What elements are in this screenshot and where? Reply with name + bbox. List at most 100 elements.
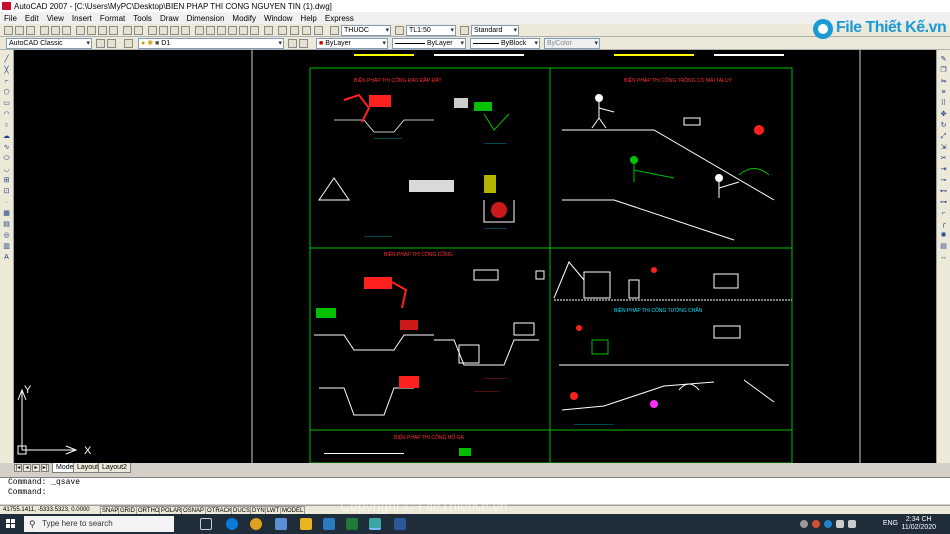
plotstyle-select[interactable]: ByColor [544, 38, 600, 49]
erase-icon[interactable]: ✎ [939, 56, 948, 64]
menu-file[interactable]: File [0, 14, 21, 23]
zoom-realtime-icon[interactable] [159, 26, 168, 35]
make-object-layer-current-icon[interactable] [288, 39, 297, 48]
construction-line-icon[interactable]: ╳ [2, 67, 11, 75]
table-style-select[interactable]: Standard [471, 25, 519, 36]
quickcalc-icon[interactable] [250, 26, 259, 35]
paste-icon[interactable] [98, 26, 107, 35]
ellipse-arc-icon[interactable]: ◡ [2, 166, 11, 174]
command-prompt[interactable]: Command: [0, 488, 950, 498]
arc-icon[interactable]: ◠ [2, 111, 11, 119]
mirror-icon[interactable]: ⇋ [939, 78, 948, 86]
linetype-select[interactable]: ByLayer [392, 38, 466, 49]
last-tab-icon[interactable]: ▸| [41, 464, 49, 472]
publish-icon[interactable] [62, 26, 71, 35]
zoom-window-icon[interactable] [170, 26, 179, 35]
join-icon[interactable]: ⊶ [939, 199, 948, 207]
menu-format[interactable]: Format [96, 14, 129, 23]
volume-icon[interactable] [848, 520, 856, 528]
toolbar-extra3-icon[interactable] [302, 26, 311, 35]
network-icon[interactable] [836, 520, 844, 528]
rotate-icon[interactable]: ↻ [939, 122, 948, 130]
menu-edit[interactable]: Edit [21, 14, 43, 23]
trim-icon[interactable]: ✂ [939, 155, 948, 163]
markup-icon[interactable] [239, 26, 248, 35]
language-indicator[interactable]: ENG [883, 520, 898, 527]
menu-draw[interactable]: Draw [156, 14, 183, 23]
hatch-icon[interactable]: ▦ [2, 210, 11, 218]
make-block-icon[interactable]: ⊡ [2, 188, 11, 196]
line-icon[interactable]: ╱ [2, 56, 11, 64]
copy-icon[interactable] [87, 26, 96, 35]
toolbar-extra-icon[interactable] [278, 26, 287, 35]
task-view-icon[interactable] [200, 518, 212, 530]
undo-icon[interactable] [123, 26, 132, 35]
copy-object-icon[interactable]: ❐ [939, 67, 948, 75]
properties-icon[interactable] [195, 26, 204, 35]
first-tab-icon[interactable]: |◂ [14, 464, 22, 472]
layer-select[interactable]: ● ✱ ■ D1 [138, 38, 284, 49]
menu-insert[interactable]: Insert [68, 14, 96, 23]
store-icon[interactable] [275, 518, 287, 530]
plot-icon[interactable] [40, 26, 49, 35]
spline-icon[interactable]: ∿ [2, 144, 11, 152]
revision-cloud-icon[interactable]: ☁ [2, 133, 11, 141]
pan-icon[interactable] [148, 26, 157, 35]
stretch-icon[interactable]: ⇲ [939, 144, 948, 152]
match-properties-icon[interactable] [109, 26, 118, 35]
excel-icon[interactable] [346, 518, 358, 530]
properties-palette-icon[interactable]: ▤ [939, 243, 948, 251]
prev-tab-icon[interactable]: ◂ [23, 464, 31, 472]
workspace-settings-icon[interactable] [96, 39, 105, 48]
tab-layout2[interactable]: Layout2 [98, 463, 131, 473]
extend-icon[interactable]: ⇥ [939, 166, 948, 174]
menu-window[interactable]: Window [260, 14, 296, 23]
windows-start-icon[interactable] [6, 519, 16, 529]
menu-help[interactable]: Help [296, 14, 320, 23]
workspace-select[interactable]: AutoCAD Classic [6, 38, 92, 49]
mail-icon[interactable] [323, 518, 335, 530]
offset-icon[interactable]: ≡ [939, 89, 948, 97]
scale-icon[interactable]: ⤢ [939, 133, 948, 141]
taskbar-clock[interactable]: 2:34 CH 11/02/2020 [901, 516, 936, 532]
menu-dimension[interactable]: Dimension [183, 14, 229, 23]
circle-icon[interactable]: ○ [2, 122, 11, 130]
autocad-taskbar-icon[interactable] [369, 518, 381, 530]
workspace-save-icon[interactable] [107, 39, 116, 48]
polygon-icon[interactable]: ⬡ [2, 89, 11, 97]
chamfer-icon[interactable]: ⌐ [939, 210, 948, 218]
zoom-previous-icon[interactable] [181, 26, 190, 35]
gradient-icon[interactable]: ▤ [2, 221, 11, 229]
tray-icon[interactable] [800, 520, 808, 528]
next-tab-icon[interactable]: ▸ [32, 464, 40, 472]
save-icon[interactable] [26, 26, 35, 35]
chrome-icon[interactable] [250, 518, 262, 530]
fillet-icon[interactable]: ╭ [939, 221, 948, 229]
open-file-icon[interactable] [15, 26, 24, 35]
plot-preview-icon[interactable] [51, 26, 60, 35]
menu-tools[interactable]: Tools [129, 14, 156, 23]
ellipse-icon[interactable]: ⬭ [2, 155, 11, 163]
dim-style-select[interactable]: TL1:50 [406, 25, 456, 36]
array-icon[interactable]: ⠿ [939, 100, 948, 108]
rectangle-icon[interactable]: ▭ [2, 100, 11, 108]
file-explorer-icon[interactable] [300, 518, 312, 530]
table-icon[interactable]: ▥ [2, 243, 11, 251]
tray-icon[interactable] [812, 520, 820, 528]
cut-icon[interactable] [76, 26, 85, 35]
sheet-set-icon[interactable] [228, 26, 237, 35]
dimension-icon[interactable]: ↔ [939, 254, 948, 262]
polyline-icon[interactable]: ⌐ [2, 78, 11, 86]
menu-modify[interactable]: Modify [228, 14, 260, 23]
text-style-select[interactable]: THUOC [341, 25, 391, 36]
help-icon[interactable] [264, 26, 273, 35]
drawing-area[interactable]: BIỆN PHÁP THI CÔNG ĐÀO ĐẮP ĐẤT ─────────… [14, 50, 936, 463]
word-icon[interactable] [394, 518, 406, 530]
layer-previous-icon[interactable] [299, 39, 308, 48]
design-center-icon[interactable] [206, 26, 215, 35]
tray-icon[interactable] [824, 520, 832, 528]
tool-palettes-icon[interactable] [217, 26, 226, 35]
edge-icon[interactable] [226, 518, 238, 530]
new-file-icon[interactable] [4, 26, 13, 35]
region-icon[interactable]: ◎ [2, 232, 11, 240]
